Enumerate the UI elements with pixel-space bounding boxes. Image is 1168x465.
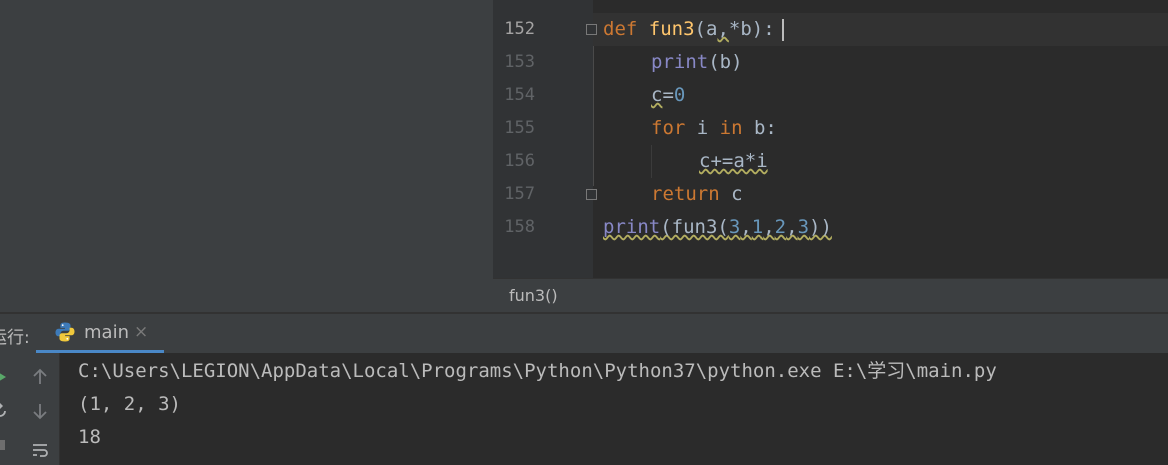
line-number: 157 [504,184,535,204]
stop-icon[interactable] [0,433,12,457]
code-line-153[interactable]: print(b) [651,46,743,79]
number-literal: 0 [673,84,686,106]
code-text: b: [742,117,777,139]
python-icon [55,322,75,342]
console-line: C:\Users\LEGION\AppData\Local\Programs\P… [78,360,997,382]
code-line-158[interactable]: print(fun3(3,1,2,3)) [603,211,832,244]
console-line: 18 [78,426,101,448]
code-line-152[interactable]: def fun3(a,*b): [603,13,775,46]
code-text: )) [809,216,832,238]
code-text: = [662,84,674,106]
run-label: 运行: [0,328,30,348]
number-literal: 3 [728,216,741,238]
fold-range-line [593,46,594,186]
tab-main[interactable]: main × [36,314,164,353]
keyword: for [651,117,686,139]
scroll-up-icon[interactable] [28,365,52,389]
line-number: 154 [504,85,535,105]
number-literal: 1 [751,216,764,238]
rerun-icon[interactable] [0,399,12,423]
run-icon[interactable] [0,365,12,389]
tab-label: main [84,322,129,343]
line-number: 152 [504,19,535,39]
code-warning: c+=a*i [699,150,768,172]
code-text: i [685,117,720,139]
code-editor[interactable]: 152 153 154 155 156 157 158 def fun3(a,*… [493,0,1168,278]
code-text: (a [694,18,718,40]
keyword: def [603,18,638,40]
code-text: , [740,216,752,238]
run-tool-window-header: 运行: main × [0,314,1168,353]
line-number: 158 [504,217,535,237]
code-text: (b) [708,51,743,73]
builtin-name: print [651,51,709,73]
indent-guide [651,145,652,178]
code-text: , [786,216,798,238]
close-icon[interactable]: × [134,322,148,342]
project-pane [0,0,493,312]
number-literal: 2 [774,216,787,238]
fold-icon[interactable] [586,189,597,200]
keyword: return [651,183,720,205]
code-line-155[interactable]: for i in b: [651,112,777,145]
number-literal: 3 [797,216,810,238]
code-text: , [763,216,775,238]
soft-wrap-icon[interactable] [28,439,52,463]
breadcrumb-bar: fun3() [493,278,1168,312]
run-toolbar [0,353,60,465]
code-text: c [719,183,743,205]
console-line: (1, 2, 3) [78,393,181,415]
code-line-154[interactable]: c=0 [651,79,685,112]
code-warning: , [717,18,729,40]
scroll-down-icon[interactable] [28,399,52,423]
line-number: 155 [504,118,535,138]
fold-icon[interactable] [586,24,597,35]
code-line-156[interactable]: c+=a*i [699,145,768,178]
text-caret [782,19,784,41]
code-text: *b): [728,18,775,40]
line-number: 156 [504,151,535,171]
code-text: (fun3( [660,216,729,238]
editor-gutter[interactable]: 152 153 154 155 156 157 158 [493,0,593,278]
run-console[interactable]: C:\Users\LEGION\AppData\Local\Programs\P… [60,353,1168,465]
breadcrumb[interactable]: fun3() [509,286,558,305]
function-name: fun3 [648,18,695,40]
keyword: in [719,117,743,139]
builtin-name: print [603,216,661,238]
line-number: 153 [504,52,535,72]
code-line-157[interactable]: return c [651,178,743,211]
code-warning: c [651,84,663,106]
